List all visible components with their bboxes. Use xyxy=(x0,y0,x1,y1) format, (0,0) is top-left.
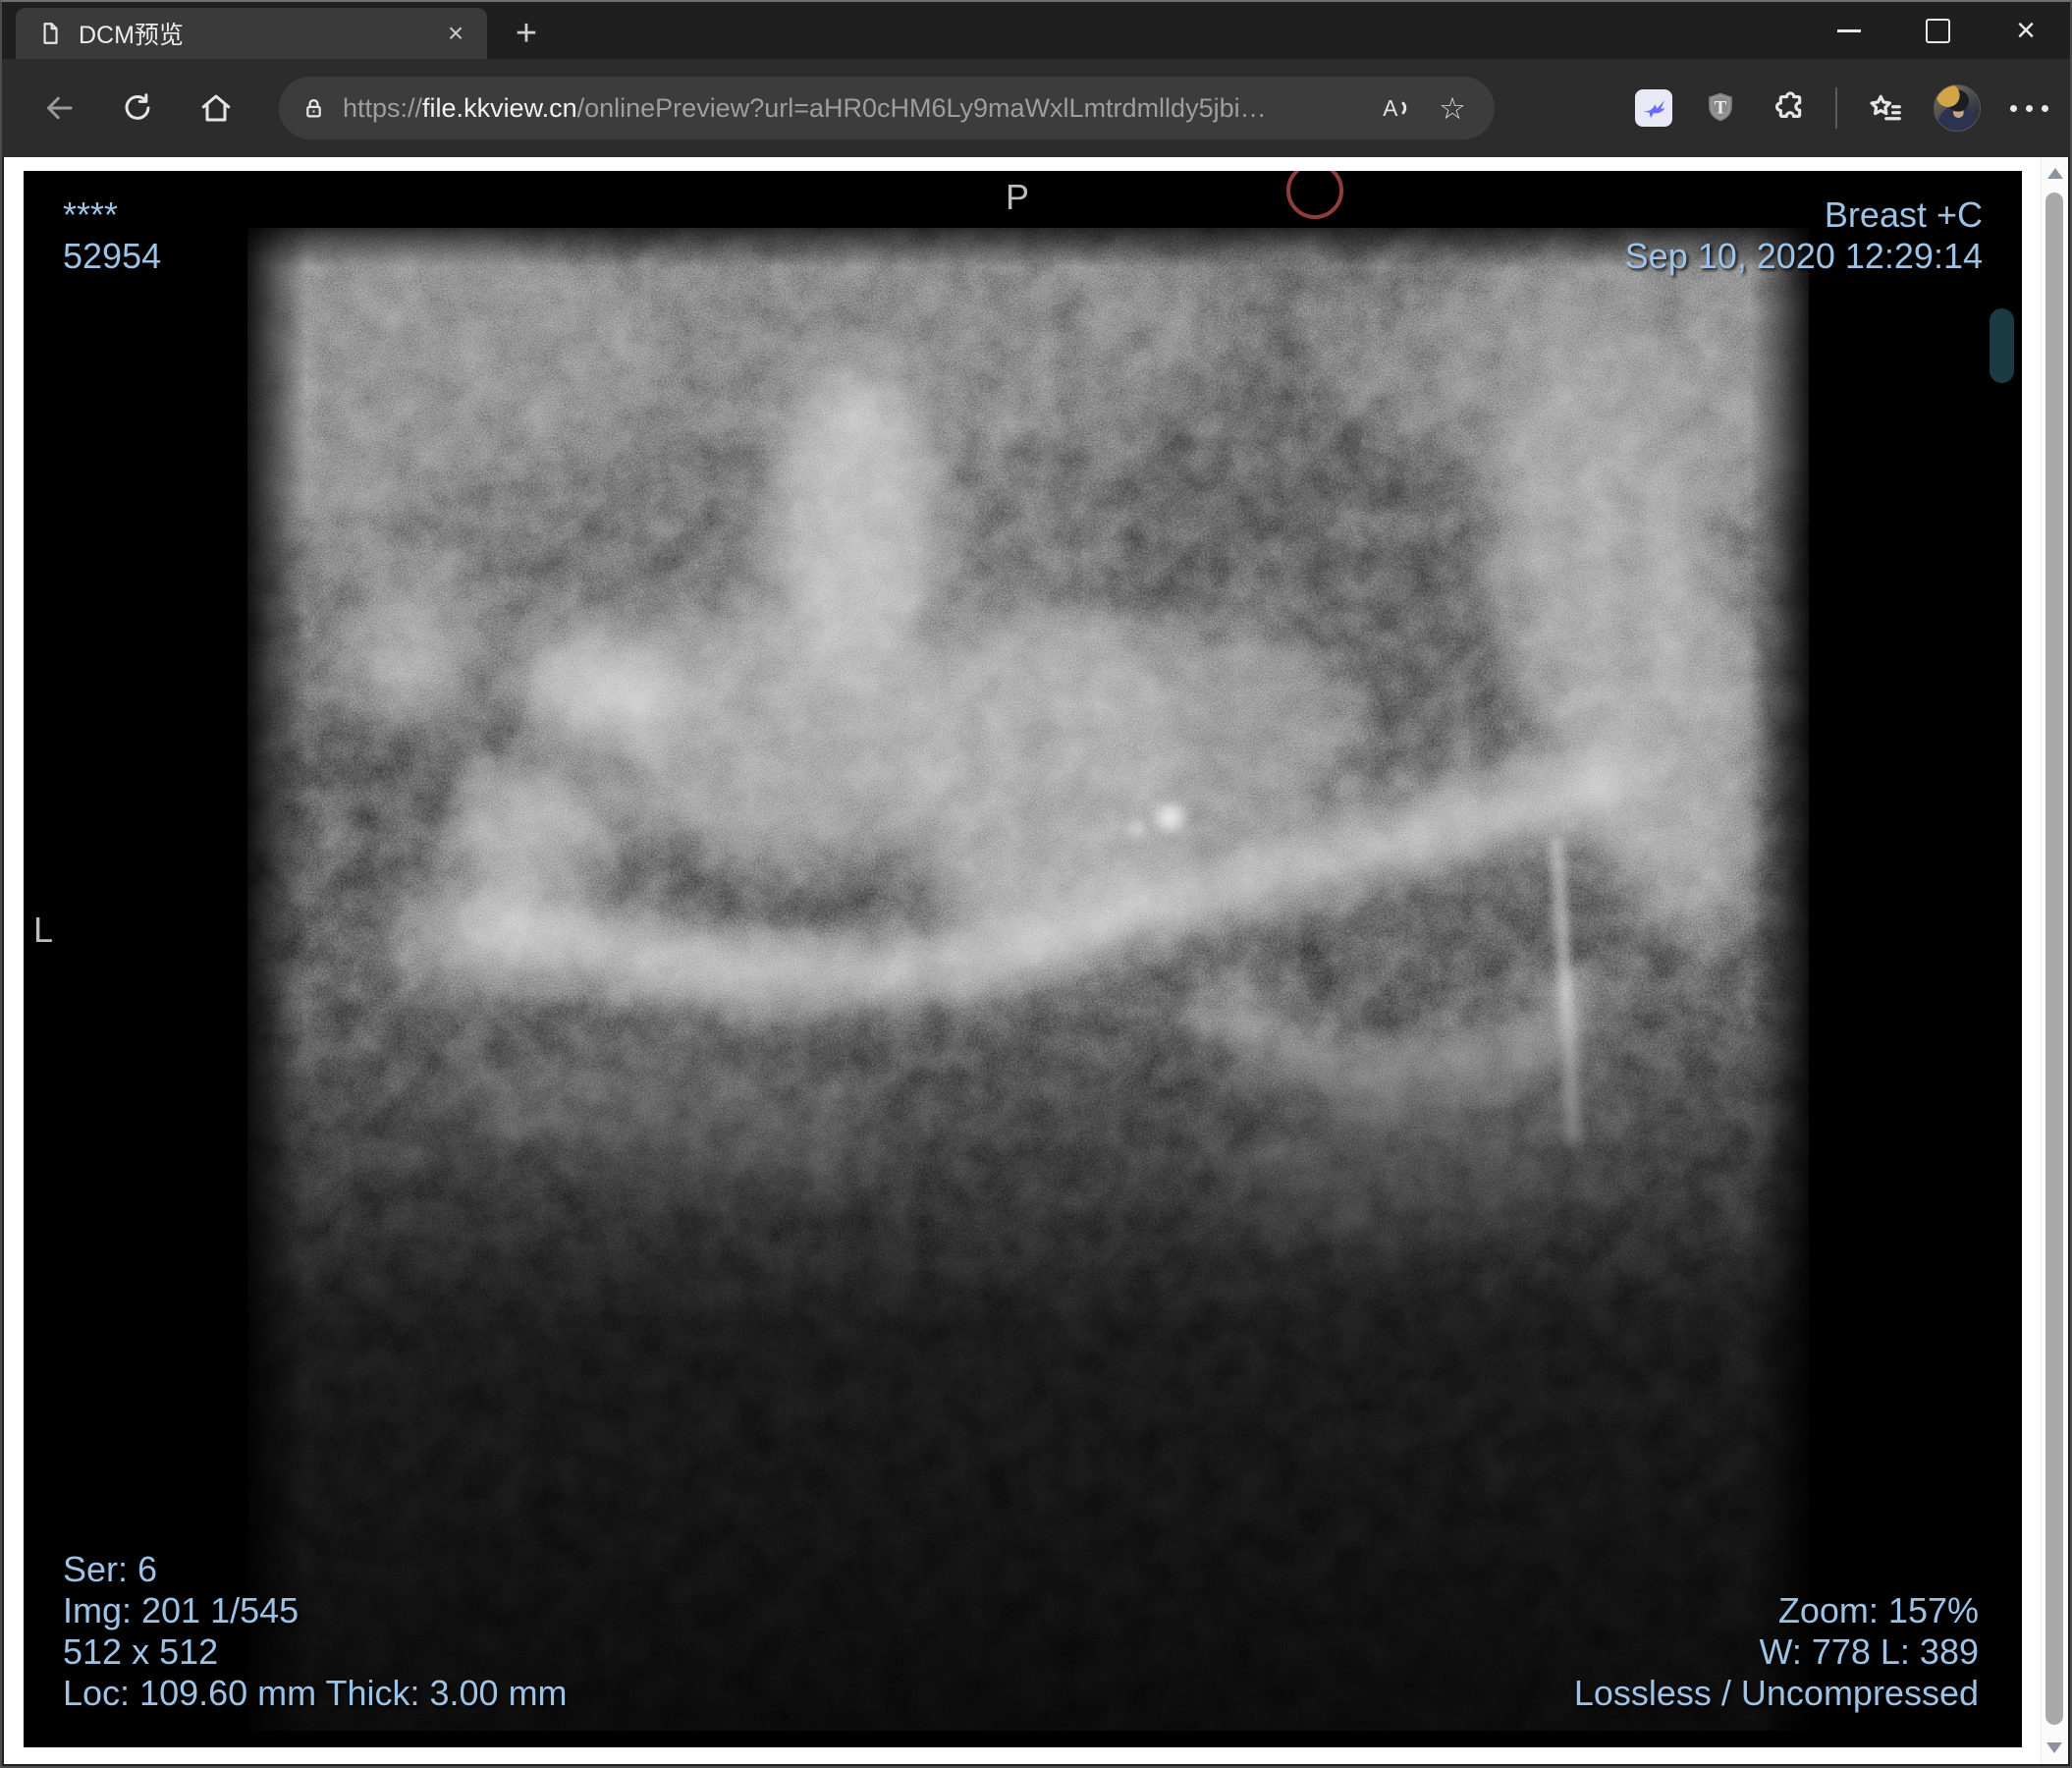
favorite-star-icon[interactable]: ☆ xyxy=(1432,87,1473,129)
extensions-menu-button[interactable] xyxy=(1769,89,1806,127)
read-aloud-button[interactable]: A xyxy=(1375,87,1416,129)
more-options-button[interactable] xyxy=(2010,104,2048,112)
zoom-level: Zoom: 157% xyxy=(1777,1590,1979,1630)
series-number: Ser: 6 xyxy=(63,1549,158,1589)
refresh-button[interactable] xyxy=(98,77,177,139)
series-info-overlay: Ser: 6 Img: 201 1/545 512 x 512 Loc: 109… xyxy=(63,1549,568,1714)
page-scrollbar[interactable] xyxy=(2041,157,2068,1764)
patient-name-masked: **** xyxy=(63,194,119,235)
scrollbar-up-arrow-icon[interactable] xyxy=(2046,168,2063,179)
close-icon: × xyxy=(2016,12,2036,49)
url-host: file.kkview.cn xyxy=(422,92,577,123)
close-button[interactable]: × xyxy=(1982,2,2070,59)
tab-strip: DCM预览 × + × xyxy=(2,2,2070,59)
toolbar-separator xyxy=(1835,87,1837,129)
shield-t-icon: T xyxy=(1709,92,1732,122)
maximize-icon xyxy=(1925,18,1950,43)
series-scroll-indicator[interactable] xyxy=(1990,308,2014,383)
profile-avatar[interactable] xyxy=(1934,84,1981,132)
slice-location: Loc: 109.60 mm Thick: 3.00 mm xyxy=(63,1673,568,1713)
annotation-circle[interactable] xyxy=(1286,171,1343,219)
tab-dcm-preview[interactable]: DCM预览 × xyxy=(16,8,487,59)
dot-icon xyxy=(2026,104,2033,112)
minimize-button[interactable] xyxy=(1805,2,1893,59)
scrollbar-thumb[interactable] xyxy=(2045,193,2063,1725)
dicom-canvas[interactable]: **** 52954 Breast +C Sep 10, 2020 12:29:… xyxy=(24,171,2022,1747)
puzzle-icon xyxy=(1774,91,1802,118)
document-icon xyxy=(43,23,58,44)
collections-button[interactable] xyxy=(1867,89,1904,127)
window-level: W: 778 L: 389 xyxy=(1759,1631,1980,1672)
collections-star-icon xyxy=(1870,94,1901,121)
dot-icon xyxy=(2042,104,2048,112)
back-arrow-icon xyxy=(47,96,73,120)
mri-scan-image xyxy=(247,228,1809,1731)
svg-text:A: A xyxy=(1383,95,1398,121)
url-text[interactable]: https://file.kkview.cn/onlinePreview?url… xyxy=(343,93,1359,124)
url-path: /onlinePreview?url=aHR0cHM6Ly9maWxlLmtrd… xyxy=(576,92,1267,123)
image-matrix: 512 x 512 xyxy=(63,1631,219,1672)
address-bar[interactable]: https://file.kkview.cn/onlinePreview?url… xyxy=(279,77,1495,139)
image-number: Img: 201 1/545 xyxy=(63,1590,300,1630)
lock-icon xyxy=(300,95,327,122)
new-tab-button[interactable]: + xyxy=(505,12,548,55)
svg-text:T: T xyxy=(1715,98,1727,119)
tab-close-icon[interactable]: × xyxy=(438,20,473,47)
minimize-icon xyxy=(1837,28,1861,32)
read-aloud-icon: A xyxy=(1383,95,1407,121)
back-button[interactable] xyxy=(20,77,98,139)
dot-icon xyxy=(2010,104,2017,112)
patient-id: 52954 xyxy=(63,236,162,276)
compression-info: Lossless / Uncompressed xyxy=(1573,1673,1979,1713)
refresh-icon xyxy=(125,93,150,120)
study-info-overlay: Breast +C Sep 10, 2020 12:29:14 xyxy=(1625,194,1983,277)
extension-shield-button[interactable]: T xyxy=(1702,89,1739,127)
maximize-button[interactable] xyxy=(1893,2,1982,59)
orientation-marker-left: L xyxy=(33,910,54,950)
scrollbar-down-arrow-icon[interactable] xyxy=(2046,1742,2062,1753)
window-controls: × xyxy=(1805,2,2070,59)
page-background: **** 52954 Breast +C Sep 10, 2020 12:29:… xyxy=(4,157,2068,1764)
bird-extension-icon xyxy=(1643,99,1665,119)
orientation-marker-posterior: P xyxy=(1006,177,1030,217)
tab-title: DCM预览 xyxy=(79,22,184,49)
patient-info-overlay: **** 52954 xyxy=(63,194,161,277)
study-description: Breast +C xyxy=(1824,194,1983,235)
study-datetime: Sep 10, 2020 12:29:14 xyxy=(1624,236,1983,276)
home-icon xyxy=(201,94,231,122)
extension-bird-button[interactable] xyxy=(1635,89,1672,127)
url-scheme: https:// xyxy=(343,92,423,123)
display-info-overlay: Zoom: 157% W: 778 L: 389 Lossless / Unco… xyxy=(1574,1590,1979,1714)
browser-window: DCM预览 × + × https://file.kkview.cn/onlin… xyxy=(0,0,2072,1768)
browser-toolbar: https://file.kkview.cn/onlinePreview?url… xyxy=(2,59,2070,157)
toolbar-right-icons: T xyxy=(1635,59,2048,157)
home-button[interactable] xyxy=(177,77,255,139)
